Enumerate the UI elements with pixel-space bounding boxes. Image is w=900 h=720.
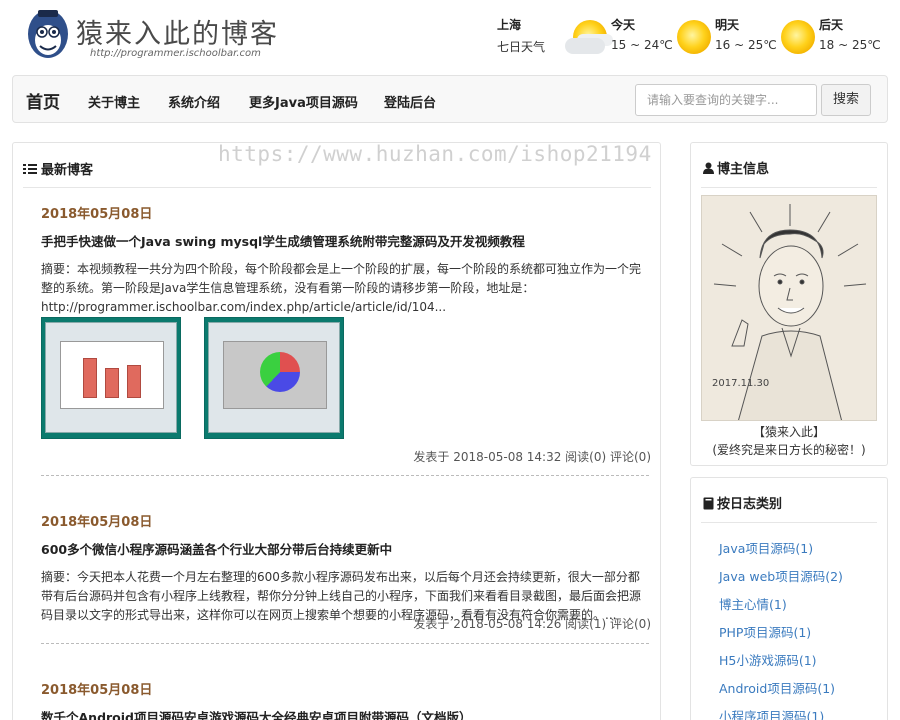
nav-item-admin-login[interactable]: 登陆后台 — [384, 92, 436, 111]
weather-today: 今天 15 ~ 24℃ — [611, 18, 673, 52]
search-button[interactable]: 搜索 — [821, 84, 871, 116]
nav-bar: 首页 关于博主 系统介绍 更多Java项目源码 登陆后台 请输入要查询的关键字.… — [12, 75, 888, 123]
category-link[interactable]: 小程序项目源码(1) — [719, 706, 824, 720]
post-meta: 发表于 2018-05-08 14:32 阅读(0) 评论(0) — [413, 450, 651, 464]
category-link[interactable]: PHP项目源码(1) — [719, 622, 811, 641]
category-link[interactable]: H5小游戏源码(1) — [719, 650, 817, 669]
owner-name: 【猿来入此】 — [752, 425, 825, 439]
post-title[interactable]: 手把手快速做一个Java swing mysql学生成绩管理系统附带完整源码及开… — [41, 231, 651, 250]
nav-item-system[interactable]: 系统介绍 — [168, 92, 220, 111]
weather-day-after: 后天 18 ~ 25℃ — [819, 18, 881, 52]
post-meta: 发表于 2018-05-08 14:26 阅读(1) 评论(0) — [413, 617, 651, 631]
post-separator — [41, 475, 649, 476]
nav-item-java-source[interactable]: 更多Java项目源码 — [249, 92, 358, 111]
sun-cloud-icon — [565, 20, 607, 54]
divider — [23, 187, 651, 188]
watermark-text: https://www.huzhan.com/ishop21194 — [218, 142, 652, 166]
book-icon — [703, 497, 714, 510]
category-link[interactable]: Java项目源码(1) — [719, 538, 813, 557]
owner-info-box: 博主信息 2017.11.30 【猿来入此】 (爱终究是来日方长的秘密！) — [690, 142, 888, 466]
post-thumbnail-bar-chart[interactable] — [41, 317, 181, 439]
search-input[interactable]: 请输入要查询的关键字... — [635, 84, 817, 116]
latest-posts-panel: 最新博客 2018年05月08日 手把手快速做一个Java swing mysq… — [12, 142, 661, 720]
post-separator — [41, 643, 649, 644]
sun-icon — [677, 20, 711, 54]
post-item: 2018年05月08日 数千个Android项目源码安卓游戏源码大全经典安卓项目… — [41, 679, 651, 720]
monkey-logo-icon[interactable] — [26, 8, 70, 64]
owner-motto: (爱终究是来日方长的秘密！) — [712, 443, 866, 457]
post-date: 2018年05月08日 — [41, 683, 153, 698]
post-date: 2018年05月08日 — [41, 207, 153, 222]
nav-home[interactable]: 首页 — [26, 88, 60, 113]
weather-city: 上海 七日天气 — [497, 18, 546, 54]
post-title[interactable]: 数千个Android项目源码安卓游戏源码大全经典安卓项目附带源码（文档版） — [41, 707, 651, 720]
divider — [701, 522, 877, 523]
category-heading: 按日志类别 — [703, 493, 782, 512]
post-summary: 摘要：本视频教程一共分为四个阶段，每个阶段都会是上一个阶段的扩展，每一个阶段的系… — [41, 262, 642, 314]
portrait-date: 2017.11.30 — [712, 378, 769, 389]
site-header: 猿来入此的博客 http://programmer.ischoolbar.com… — [0, 0, 900, 72]
post-date: 2018年05月08日 — [41, 515, 153, 530]
panel-heading: 最新博客 — [23, 159, 93, 178]
nav-item-about[interactable]: 关于博主 — [88, 92, 140, 111]
site-title[interactable]: 猿来入此的博客 — [76, 12, 279, 51]
category-link[interactable]: Java web项目源码(2) — [719, 566, 843, 585]
post-title[interactable]: 600多个微信小程序源码涵盖各个行业大部分带后台持续更新中 — [41, 539, 651, 558]
post-item: 2018年05月08日 600多个微信小程序源码涵盖各个行业大部分带后台持续更新… — [41, 511, 651, 625]
owner-heading: 博主信息 — [703, 158, 769, 177]
post-thumbnail-pie-chart[interactable] — [204, 317, 344, 439]
category-box: 按日志类别 Java项目源码(1) Java web项目源码(2) 博主心情(1… — [690, 477, 888, 720]
divider — [701, 187, 877, 188]
site-url: http://programmer.ischoolbar.com — [90, 48, 261, 59]
user-icon — [703, 162, 714, 174]
owner-portrait[interactable]: 2017.11.30 — [701, 195, 877, 421]
post-item: 2018年05月08日 手把手快速做一个Java swing mysql学生成绩… — [41, 203, 651, 317]
category-link[interactable]: 博主心情(1) — [719, 594, 787, 613]
weather-tomorrow: 明天 16 ~ 25℃ — [715, 18, 777, 52]
list-icon — [23, 163, 37, 175]
category-link[interactable]: Android项目源码(1) — [719, 678, 835, 697]
sun-icon — [781, 20, 815, 54]
